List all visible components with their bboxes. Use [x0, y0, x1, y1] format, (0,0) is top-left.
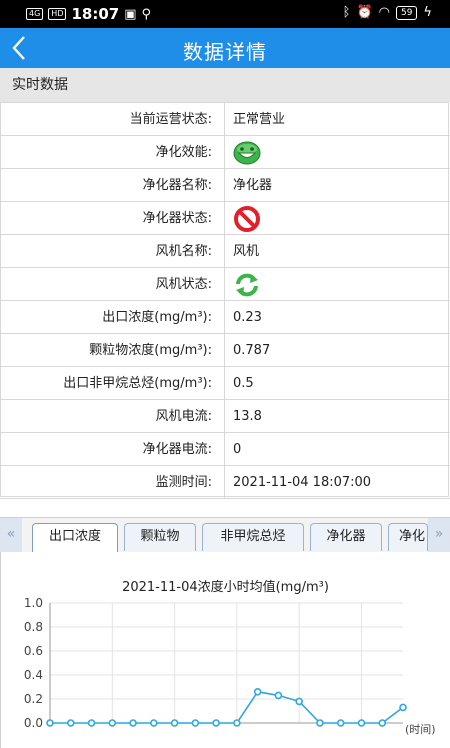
row-value: 0.23 — [233, 310, 262, 325]
table-row: 监测时间: 2021-11-04 18:07:00 — [0, 466, 450, 499]
tab-outlet-concentration[interactable]: 出口浓度 — [32, 523, 118, 552]
data-point — [212, 719, 220, 727]
status-bar: 4G HD 18:07 ▣ ⚲ ᛒ ⏰ ◠ 59 ϟ — [0, 0, 450, 28]
tab-purifier-partial[interactable]: 净化 — [388, 523, 428, 551]
data-point — [46, 719, 54, 727]
notification-icon: ▣ — [124, 6, 137, 22]
row-value: 0.5 — [233, 376, 254, 391]
table-row: 净化器状态: — [0, 202, 450, 235]
page-title: 数据详情 — [183, 40, 267, 64]
alarm-icon: ⏰ — [356, 5, 373, 20]
table-row: 出口非甲烷总烃(mg/m³): 0.5 — [0, 367, 450, 400]
status-left: 4G HD 18:07 ▣ ⚲ — [26, 5, 151, 23]
series-line — [50, 690, 404, 724]
row-label: 风机状态: — [155, 277, 212, 292]
table-row: 风机状态: — [0, 268, 450, 301]
data-point — [87, 719, 96, 727]
data-point — [378, 719, 387, 727]
tab-purifier[interactable]: 净化器 — [310, 523, 382, 551]
data-point — [170, 719, 179, 727]
row-label: 净化效能: — [155, 145, 212, 160]
tabs-scroll-left-button[interactable]: « — [0, 518, 22, 552]
row-value: 风机 — [233, 244, 260, 259]
data-point — [233, 719, 241, 727]
red-prohibited-icon — [234, 206, 260, 232]
data-point — [295, 697, 303, 706]
y-tick-label: 0.4 — [24, 668, 43, 682]
tab-nmhc[interactable]: 非甲烷总烃 — [202, 523, 304, 551]
network-indicator: 4G — [26, 8, 44, 20]
row-value: 0.787 — [233, 343, 271, 358]
table-row: 净化器电流: 0 — [0, 433, 450, 466]
data-point — [336, 719, 345, 727]
data-point — [66, 719, 75, 727]
y-tick-label: 0.6 — [24, 644, 43, 658]
table-row: 净化效能: — [0, 136, 450, 169]
y-tick-label: 0.2 — [24, 692, 43, 706]
bluetooth-icon: ᛒ — [342, 5, 351, 20]
table-row: 出口浓度(mg/m³): 0.23 — [0, 301, 450, 334]
row-label: 监测时间: — [155, 475, 212, 490]
row-label: 当前运营状态: — [129, 112, 212, 127]
realtime-data-table: 当前运营状态: 正常营业 净化效能: 净化器名称: 净化器 净化器状态: 风机名… — [0, 103, 450, 499]
row-label: 出口浓度(mg/m³): — [102, 310, 212, 325]
status-time: 18:07 — [71, 5, 120, 23]
data-point — [316, 719, 324, 727]
table-row: 颗粒物浓度(mg/m³): 0.787 — [0, 334, 450, 367]
data-point — [357, 719, 366, 727]
row-label: 风机名称: — [155, 244, 212, 259]
concentration-line-chart: 0.0 0.2 0.4 0.6 0.8 1.0 (时间) — [24, 596, 436, 736]
green-refresh-icon — [236, 273, 258, 297]
status-right: ᛒ ⏰ ◠ 59 ϟ — [343, 5, 432, 20]
data-point — [274, 691, 283, 700]
data-point — [253, 688, 262, 696]
row-label: 出口非甲烷总烃(mg/m³): — [63, 376, 212, 391]
row-value: 0 — [233, 442, 242, 457]
section-header: 实时数据 — [0, 68, 450, 102]
data-point — [108, 719, 117, 727]
data-point — [399, 703, 407, 712]
tab-particulate[interactable]: 颗粒物 — [124, 523, 196, 551]
table-row: 当前运营状态: 正常营业 — [0, 103, 450, 136]
y-tick-label: 0.8 — [24, 620, 43, 634]
x-axis-label: (时间) — [405, 723, 436, 736]
chart-tabs: « 出口浓度 颗粒物 非甲烷总烃 净化器 净化 » — [0, 517, 450, 553]
data-point — [191, 719, 200, 727]
row-label: 净化器电流: — [142, 442, 212, 457]
row-label: 风机电流: — [155, 409, 212, 424]
title-bar: 数据详情 — [0, 28, 450, 68]
row-value: 正常营业 — [233, 112, 286, 127]
tabs-scroll-right-button[interactable]: » — [428, 518, 450, 552]
usb-icon: ⚲ — [141, 6, 152, 22]
wifi-icon: ◠ — [378, 5, 390, 20]
row-label: 净化器状态: — [142, 211, 212, 226]
y-tick-label: 0.0 — [24, 716, 43, 730]
table-row: 风机名称: 风机 — [0, 235, 450, 268]
charging-icon: ϟ — [423, 5, 432, 20]
chart-area: 2021-11-04浓度小时均值(mg/m³) 0.0 0.2 0.4 0.6 0.8 1… — [0, 552, 450, 748]
row-value: 2021-11-04 18:07:00 — [233, 475, 372, 490]
green-smiley-icon — [233, 141, 261, 165]
battery-indicator: 59 — [395, 5, 418, 20]
row-value: 13.8 — [233, 409, 262, 424]
row-label: 净化器名称: — [142, 178, 212, 193]
table-row: 风机电流: 13.8 — [0, 400, 450, 433]
hd-indicator: HD — [48, 8, 67, 20]
row-label: 颗粒物浓度(mg/m³): — [89, 343, 212, 358]
data-point — [129, 719, 137, 727]
table-row: 净化器名称: 净化器 — [0, 169, 450, 202]
y-tick-label: 1.0 — [24, 596, 43, 610]
row-value: 净化器 — [233, 178, 273, 193]
data-point — [150, 719, 158, 727]
